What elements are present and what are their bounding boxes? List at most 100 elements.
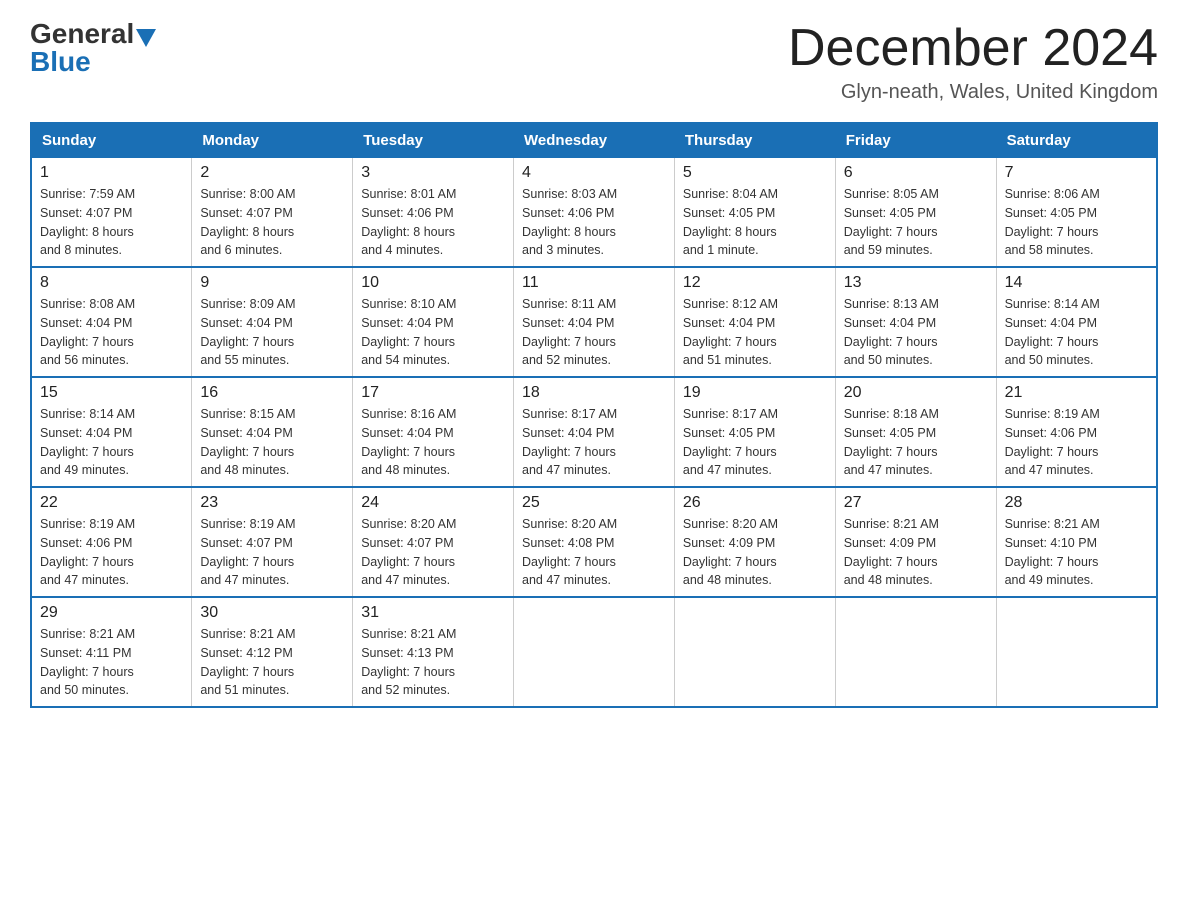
- day-info: Sunrise: 8:17 AM Sunset: 4:04 PM Dayligh…: [522, 405, 666, 480]
- day-number: 11: [522, 274, 666, 292]
- calendar-cell: 3Sunrise: 8:01 AM Sunset: 4:06 PM Daylig…: [353, 158, 514, 268]
- calendar-cell: 17Sunrise: 8:16 AM Sunset: 4:04 PM Dayli…: [353, 377, 514, 487]
- calendar-cell: 7 Sunrise: 8:06 AM Sunset: 4:05 PM Daylig…: [996, 158, 1157, 268]
- calendar-cell: [674, 597, 835, 707]
- day-info: Sunrise: 8:13 AM Sunset: 4:04 PM Dayligh…: [844, 295, 988, 370]
- day-info: Sunrise: 8:03 AM Sunset: 4:06 PM Dayligh…: [522, 185, 666, 260]
- calendar-cell: 24Sunrise: 8:20 AM Sunset: 4:07 PM Dayli…: [353, 487, 514, 597]
- calendar-cell: 5 Sunrise: 8:04 AM Sunset: 4:05 PM Daylig…: [674, 158, 835, 268]
- logo: General Blue: [30, 20, 158, 76]
- calendar-cell: 2 Sunrise: 8:00 AM Sunset: 4:07 PM Daylig…: [192, 158, 353, 268]
- calendar-cell: 11Sunrise: 8:11 AM Sunset: 4:04 PM Dayli…: [514, 267, 675, 377]
- day-number: 16: [200, 384, 344, 402]
- calendar-cell: 27 Sunrise: 8:21 AM Sunset: 4:09 PM Dayli…: [835, 487, 996, 597]
- page-header: General Blue December 2024 Glyn-neath, W…: [30, 20, 1158, 104]
- day-number: 15: [40, 384, 183, 402]
- day-number: 6: [844, 164, 988, 182]
- day-info: Sunrise: 7:59 AM Sunset: 4:07 PM Dayligh…: [40, 185, 183, 260]
- day-info: Sunrise: 8:21 AM Sunset: 4:09 PM Dayligh…: [844, 515, 988, 590]
- day-number: 5: [683, 164, 827, 182]
- calendar-cell: [996, 597, 1157, 707]
- calendar-cell: 1 Sunrise: 7:59 AM Sunset: 4:07 PM Daylig…: [31, 158, 192, 268]
- logo-triangle-icon: [136, 29, 156, 47]
- day-number: 26: [683, 494, 827, 512]
- calendar-cell: 18 Sunrise: 8:17 AM Sunset: 4:04 PM Dayli…: [514, 377, 675, 487]
- day-number: 17: [361, 384, 505, 402]
- calendar-cell: 25 Sunrise: 8:20 AM Sunset: 4:08 PM Dayli…: [514, 487, 675, 597]
- day-info: Sunrise: 8:06 AM Sunset: 4:05 PM Dayligh…: [1005, 185, 1148, 260]
- day-info: Sunrise: 8:17 AM Sunset: 4:05 PM Dayligh…: [683, 405, 827, 480]
- day-info: Sunrise: 8:12 AM Sunset: 4:04 PM Dayligh…: [683, 295, 827, 370]
- day-info: Sunrise: 8:20 AM Sunset: 4:07 PM Dayligh…: [361, 515, 505, 590]
- calendar-cell: 22Sunrise: 8:19 AM Sunset: 4:06 PM Dayli…: [31, 487, 192, 597]
- day-number: 30: [200, 604, 344, 622]
- calendar-cell: 21 Sunrise: 8:19 AM Sunset: 4:06 PM Dayli…: [996, 377, 1157, 487]
- header-row: SundayMondayTuesdayWednesdayThursdayFrid…: [31, 123, 1157, 158]
- day-number: 23: [200, 494, 344, 512]
- day-info: Sunrise: 8:19 AM Sunset: 4:06 PM Dayligh…: [1005, 405, 1148, 480]
- calendar-cell: 16 Sunrise: 8:15 AM Sunset: 4:04 PM Dayli…: [192, 377, 353, 487]
- calendar-cell: 9Sunrise: 8:09 AM Sunset: 4:04 PM Daylig…: [192, 267, 353, 377]
- day-number: 28: [1005, 494, 1148, 512]
- week-row-1: 1 Sunrise: 7:59 AM Sunset: 4:07 PM Daylig…: [31, 158, 1157, 268]
- day-number: 25: [522, 494, 666, 512]
- day-info: Sunrise: 8:14 AM Sunset: 4:04 PM Dayligh…: [1005, 295, 1148, 370]
- day-number: 27: [844, 494, 988, 512]
- day-info: Sunrise: 8:04 AM Sunset: 4:05 PM Dayligh…: [683, 185, 827, 260]
- col-header-friday: Friday: [835, 123, 996, 158]
- day-info: Sunrise: 8:19 AM Sunset: 4:07 PM Dayligh…: [200, 515, 344, 590]
- day-info: Sunrise: 8:08 AM Sunset: 4:04 PM Dayligh…: [40, 295, 183, 370]
- month-title: December 2024: [788, 20, 1158, 77]
- day-info: Sunrise: 8:15 AM Sunset: 4:04 PM Dayligh…: [200, 405, 344, 480]
- calendar-cell: 23 Sunrise: 8:19 AM Sunset: 4:07 PM Dayli…: [192, 487, 353, 597]
- day-info: Sunrise: 8:21 AM Sunset: 4:12 PM Dayligh…: [200, 625, 344, 700]
- day-info: Sunrise: 8:21 AM Sunset: 4:13 PM Dayligh…: [361, 625, 505, 700]
- day-number: 7: [1005, 164, 1148, 182]
- calendar-cell: 28 Sunrise: 8:21 AM Sunset: 4:10 PM Dayli…: [996, 487, 1157, 597]
- day-number: 1: [40, 164, 183, 182]
- day-number: 14: [1005, 274, 1148, 292]
- day-number: 2: [200, 164, 344, 182]
- title-section: December 2024 Glyn-neath, Wales, United …: [788, 20, 1158, 104]
- day-info: Sunrise: 8:18 AM Sunset: 4:05 PM Dayligh…: [844, 405, 988, 480]
- day-number: 18: [522, 384, 666, 402]
- col-header-wednesday: Wednesday: [514, 123, 675, 158]
- calendar-cell: 4 Sunrise: 8:03 AM Sunset: 4:06 PM Daylig…: [514, 158, 675, 268]
- day-number: 31: [361, 604, 505, 622]
- day-number: 8: [40, 274, 183, 292]
- calendar-cell: 14 Sunrise: 8:14 AM Sunset: 4:04 PM Dayli…: [996, 267, 1157, 377]
- calendar-cell: 8 Sunrise: 8:08 AM Sunset: 4:04 PM Daylig…: [31, 267, 192, 377]
- calendar-cell: 19 Sunrise: 8:17 AM Sunset: 4:05 PM Dayli…: [674, 377, 835, 487]
- day-number: 9: [200, 274, 344, 292]
- calendar-cell: 20 Sunrise: 8:18 AM Sunset: 4:05 PM Dayli…: [835, 377, 996, 487]
- calendar-table: SundayMondayTuesdayWednesdayThursdayFrid…: [30, 122, 1158, 708]
- calendar-cell: 15 Sunrise: 8:14 AM Sunset: 4:04 PM Dayli…: [31, 377, 192, 487]
- week-row-5: 29 Sunrise: 8:21 AM Sunset: 4:11 PM Dayli…: [31, 597, 1157, 707]
- calendar-cell: 31 Sunrise: 8:21 AM Sunset: 4:13 PM Dayli…: [353, 597, 514, 707]
- calendar-cell: 30 Sunrise: 8:21 AM Sunset: 4:12 PM Dayli…: [192, 597, 353, 707]
- day-info: Sunrise: 8:21 AM Sunset: 4:11 PM Dayligh…: [40, 625, 183, 700]
- week-row-3: 15 Sunrise: 8:14 AM Sunset: 4:04 PM Dayli…: [31, 377, 1157, 487]
- col-header-tuesday: Tuesday: [353, 123, 514, 158]
- day-info: Sunrise: 8:01 AM Sunset: 4:06 PM Dayligh…: [361, 185, 505, 260]
- day-number: 4: [522, 164, 666, 182]
- day-info: Sunrise: 8:20 AM Sunset: 4:08 PM Dayligh…: [522, 515, 666, 590]
- calendar-cell: [514, 597, 675, 707]
- week-row-2: 8 Sunrise: 8:08 AM Sunset: 4:04 PM Daylig…: [31, 267, 1157, 377]
- day-number: 19: [683, 384, 827, 402]
- calendar-cell: 13Sunrise: 8:13 AM Sunset: 4:04 PM Dayli…: [835, 267, 996, 377]
- col-header-sunday: Sunday: [31, 123, 192, 158]
- day-info: Sunrise: 8:14 AM Sunset: 4:04 PM Dayligh…: [40, 405, 183, 480]
- day-number: 21: [1005, 384, 1148, 402]
- day-info: Sunrise: 8:05 AM Sunset: 4:05 PM Dayligh…: [844, 185, 988, 260]
- day-number: 20: [844, 384, 988, 402]
- day-info: Sunrise: 8:21 AM Sunset: 4:10 PM Dayligh…: [1005, 515, 1148, 590]
- day-info: Sunrise: 8:20 AM Sunset: 4:09 PM Dayligh…: [683, 515, 827, 590]
- day-number: 29: [40, 604, 183, 622]
- calendar-cell: 29 Sunrise: 8:21 AM Sunset: 4:11 PM Dayli…: [31, 597, 192, 707]
- logo-general-text: General: [30, 20, 134, 48]
- day-info: Sunrise: 8:19 AM Sunset: 4:06 PM Dayligh…: [40, 515, 183, 590]
- day-info: Sunrise: 8:00 AM Sunset: 4:07 PM Dayligh…: [200, 185, 344, 260]
- calendar-cell: 6 Sunrise: 8:05 AM Sunset: 4:05 PM Daylig…: [835, 158, 996, 268]
- col-header-thursday: Thursday: [674, 123, 835, 158]
